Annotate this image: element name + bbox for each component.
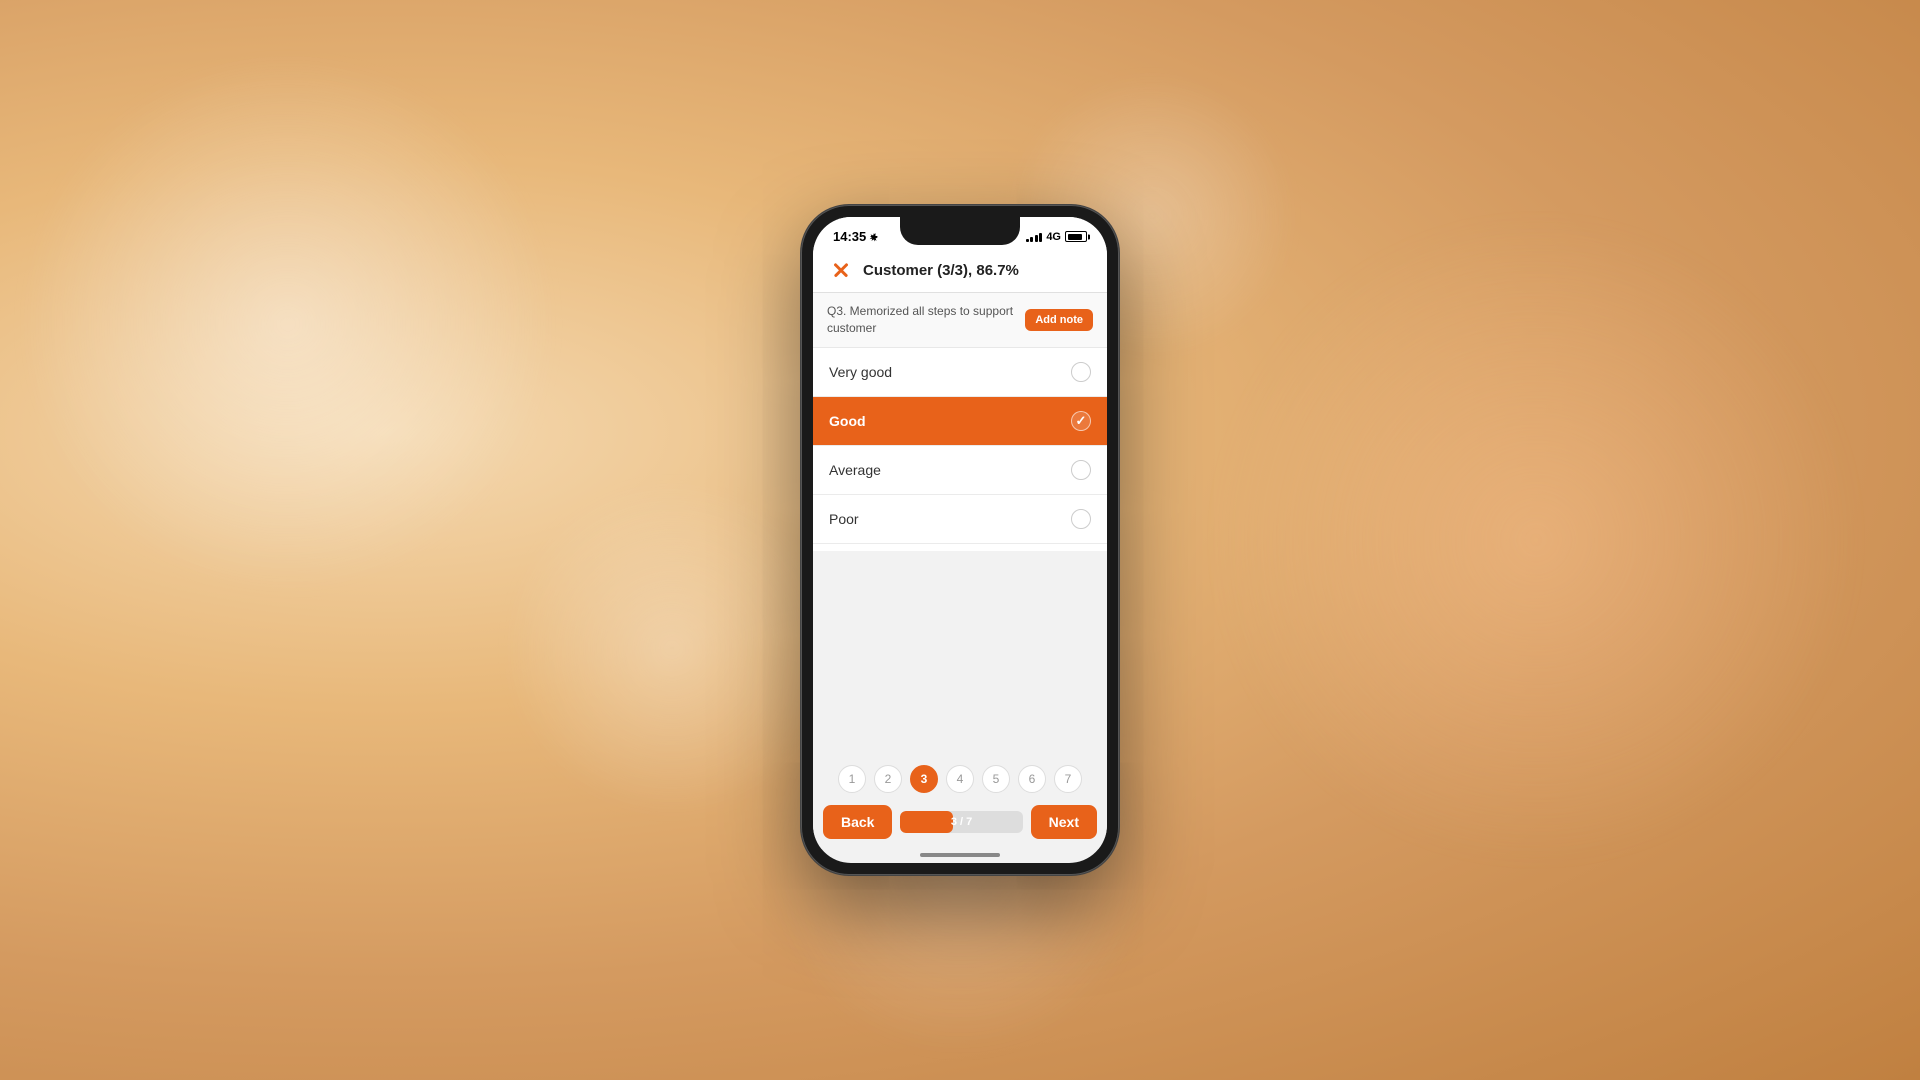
option-very-poor[interactable]: Very poor	[813, 544, 1107, 552]
option-poor-label: Poor	[829, 511, 859, 527]
add-note-button[interactable]: Add note	[1025, 309, 1093, 331]
app-header: Customer (3/3), 86.7%	[813, 250, 1107, 293]
option-very-good[interactable]: Very good	[813, 348, 1107, 397]
option-good[interactable]: Good ✓	[813, 397, 1107, 446]
home-indicator	[920, 853, 1000, 857]
option-average-label: Average	[829, 462, 881, 478]
header-title: Customer (3/3), 86.7%	[863, 262, 1019, 279]
status-icons: 4G	[1026, 231, 1087, 243]
option-poor-radio	[1071, 509, 1091, 529]
page-dot-6[interactable]: 6	[1018, 765, 1046, 793]
option-average[interactable]: Average	[813, 446, 1107, 495]
page-dot-3[interactable]: 3	[910, 765, 938, 793]
phone-screen: 14:35 4G	[813, 217, 1107, 863]
location-icon	[869, 232, 879, 242]
page-dot-7[interactable]: 7	[1054, 765, 1082, 793]
option-poor[interactable]: Poor	[813, 495, 1107, 544]
close-button[interactable]	[829, 258, 853, 282]
page-dot-1[interactable]: 1	[838, 765, 866, 793]
page-dot-2[interactable]: 2	[874, 765, 902, 793]
option-very-good-radio	[1071, 362, 1091, 382]
signal-icon	[1026, 231, 1043, 242]
battery-icon	[1065, 231, 1087, 242]
back-button[interactable]: Back	[823, 805, 892, 839]
content-spacer	[813, 551, 1107, 755]
question-banner: Q3. Memorized all steps to support custo…	[813, 293, 1107, 348]
status-bar: 14:35 4G	[813, 217, 1107, 250]
status-time: 14:35	[833, 229, 879, 244]
next-button[interactable]: Next	[1031, 805, 1097, 839]
progress-bar: 3 / 7	[900, 811, 1022, 833]
checkmark-icon: ✓	[1076, 414, 1087, 427]
phone-shell: 14:35 4G	[801, 205, 1119, 875]
close-icon	[832, 261, 850, 279]
option-very-good-label: Very good	[829, 364, 892, 380]
option-good-label: Good	[829, 413, 866, 429]
network-label: 4G	[1046, 231, 1061, 243]
page-dot-5[interactable]: 5	[982, 765, 1010, 793]
notch	[900, 217, 1020, 245]
progress-label: 3 / 7	[951, 816, 972, 828]
question-text: Q3. Memorized all steps to support custo…	[827, 303, 1017, 337]
bottom-navigation: Back 3 / 7 Next	[813, 799, 1107, 849]
option-average-radio	[1071, 460, 1091, 480]
pagination: 1 2 3 4 5 6 7	[813, 755, 1107, 799]
progress-bar-fill	[900, 811, 953, 833]
options-list: Very good Good ✓ Average Poor Very poor	[813, 348, 1107, 552]
page-dot-4[interactable]: 4	[946, 765, 974, 793]
option-good-radio: ✓	[1071, 411, 1091, 431]
